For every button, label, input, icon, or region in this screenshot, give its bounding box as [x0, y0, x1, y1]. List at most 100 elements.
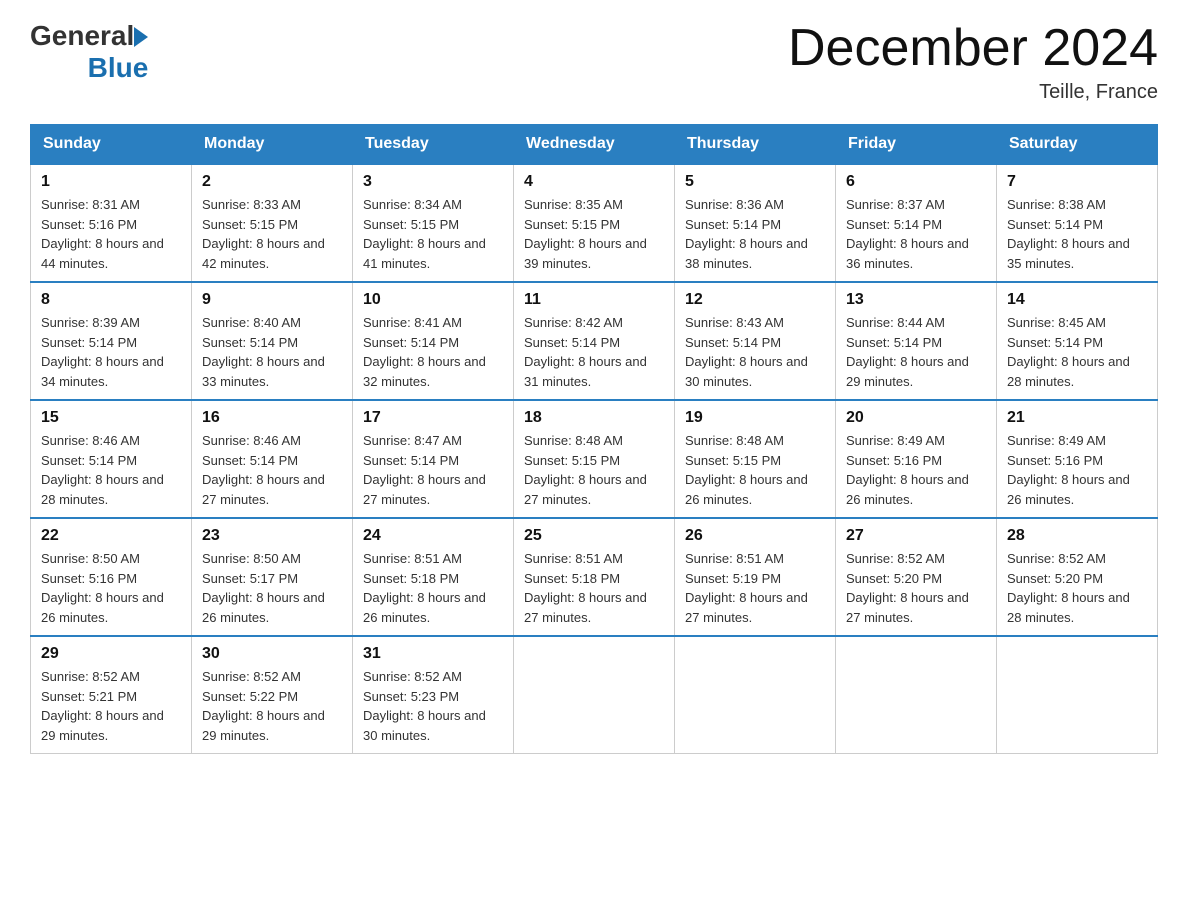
daylight-text: Daylight: 8 hours and 35 minutes.	[1007, 236, 1130, 271]
day-number: 23	[202, 527, 342, 545]
sunrise-text: Sunrise: 8:52 AM	[846, 551, 945, 566]
day-number: 4	[524, 173, 664, 191]
sunset-text: Sunset: 5:15 PM	[363, 217, 459, 232]
day-info: Sunrise: 8:38 AM Sunset: 5:14 PM Dayligh…	[1007, 195, 1147, 273]
calendar-week-row-3: 15 Sunrise: 8:46 AM Sunset: 5:14 PM Dayl…	[31, 400, 1158, 518]
calendar-cell: 16 Sunrise: 8:46 AM Sunset: 5:14 PM Dayl…	[192, 400, 353, 518]
calendar-cell: 31 Sunrise: 8:52 AM Sunset: 5:23 PM Dayl…	[353, 636, 514, 754]
sunrise-text: Sunrise: 8:52 AM	[202, 669, 301, 684]
day-number: 28	[1007, 527, 1147, 545]
logo-blue-text: Blue	[88, 52, 149, 84]
daylight-text: Daylight: 8 hours and 31 minutes.	[524, 354, 647, 389]
day-info: Sunrise: 8:49 AM Sunset: 5:16 PM Dayligh…	[846, 431, 986, 509]
daylight-text: Daylight: 8 hours and 34 minutes.	[41, 354, 164, 389]
day-info: Sunrise: 8:44 AM Sunset: 5:14 PM Dayligh…	[846, 313, 986, 391]
day-number: 21	[1007, 409, 1147, 427]
sunrise-text: Sunrise: 8:35 AM	[524, 197, 623, 212]
calendar-cell: 28 Sunrise: 8:52 AM Sunset: 5:20 PM Dayl…	[997, 518, 1158, 636]
calendar-cell: 5 Sunrise: 8:36 AM Sunset: 5:14 PM Dayli…	[675, 164, 836, 282]
col-sunday: Sunday	[31, 125, 192, 165]
day-number: 29	[41, 645, 181, 663]
daylight-text: Daylight: 8 hours and 39 minutes.	[524, 236, 647, 271]
sunrise-text: Sunrise: 8:40 AM	[202, 315, 301, 330]
sunrise-text: Sunrise: 8:39 AM	[41, 315, 140, 330]
day-number: 5	[685, 173, 825, 191]
sunset-text: Sunset: 5:14 PM	[41, 453, 137, 468]
day-info: Sunrise: 8:52 AM Sunset: 5:23 PM Dayligh…	[363, 667, 503, 745]
calendar-cell: 1 Sunrise: 8:31 AM Sunset: 5:16 PM Dayli…	[31, 164, 192, 282]
calendar-cell: 24 Sunrise: 8:51 AM Sunset: 5:18 PM Dayl…	[353, 518, 514, 636]
daylight-text: Daylight: 8 hours and 41 minutes.	[363, 236, 486, 271]
day-info: Sunrise: 8:50 AM Sunset: 5:16 PM Dayligh…	[41, 549, 181, 627]
day-info: Sunrise: 8:52 AM Sunset: 5:21 PM Dayligh…	[41, 667, 181, 745]
calendar-week-row-5: 29 Sunrise: 8:52 AM Sunset: 5:21 PM Dayl…	[31, 636, 1158, 754]
day-info: Sunrise: 8:31 AM Sunset: 5:16 PM Dayligh…	[41, 195, 181, 273]
sunrise-text: Sunrise: 8:38 AM	[1007, 197, 1106, 212]
daylight-text: Daylight: 8 hours and 42 minutes.	[202, 236, 325, 271]
day-number: 7	[1007, 173, 1147, 191]
sunset-text: Sunset: 5:14 PM	[685, 217, 781, 232]
sunrise-text: Sunrise: 8:43 AM	[685, 315, 784, 330]
sunrise-text: Sunrise: 8:47 AM	[363, 433, 462, 448]
calendar-week-row-1: 1 Sunrise: 8:31 AM Sunset: 5:16 PM Dayli…	[31, 164, 1158, 282]
day-info: Sunrise: 8:47 AM Sunset: 5:14 PM Dayligh…	[363, 431, 503, 509]
calendar-cell: 26 Sunrise: 8:51 AM Sunset: 5:19 PM Dayl…	[675, 518, 836, 636]
day-number: 19	[685, 409, 825, 427]
calendar-cell: 22 Sunrise: 8:50 AM Sunset: 5:16 PM Dayl…	[31, 518, 192, 636]
calendar-cell: 12 Sunrise: 8:43 AM Sunset: 5:14 PM Dayl…	[675, 282, 836, 400]
sunrise-text: Sunrise: 8:45 AM	[1007, 315, 1106, 330]
calendar-cell: 13 Sunrise: 8:44 AM Sunset: 5:14 PM Dayl…	[836, 282, 997, 400]
day-number: 9	[202, 291, 342, 309]
daylight-text: Daylight: 8 hours and 28 minutes.	[41, 472, 164, 507]
month-title: December 2024	[788, 20, 1158, 77]
day-info: Sunrise: 8:33 AM Sunset: 5:15 PM Dayligh…	[202, 195, 342, 273]
sunrise-text: Sunrise: 8:48 AM	[685, 433, 784, 448]
calendar-cell: 19 Sunrise: 8:48 AM Sunset: 5:15 PM Dayl…	[675, 400, 836, 518]
sunset-text: Sunset: 5:22 PM	[202, 689, 298, 704]
sunset-text: Sunset: 5:15 PM	[685, 453, 781, 468]
day-info: Sunrise: 8:39 AM Sunset: 5:14 PM Dayligh…	[41, 313, 181, 391]
sunset-text: Sunset: 5:19 PM	[685, 571, 781, 586]
day-info: Sunrise: 8:52 AM Sunset: 5:20 PM Dayligh…	[846, 549, 986, 627]
sunset-text: Sunset: 5:23 PM	[363, 689, 459, 704]
sunrise-text: Sunrise: 8:51 AM	[524, 551, 623, 566]
day-info: Sunrise: 8:52 AM Sunset: 5:20 PM Dayligh…	[1007, 549, 1147, 627]
daylight-text: Daylight: 8 hours and 36 minutes.	[846, 236, 969, 271]
daylight-text: Daylight: 8 hours and 44 minutes.	[41, 236, 164, 271]
calendar-cell: 30 Sunrise: 8:52 AM Sunset: 5:22 PM Dayl…	[192, 636, 353, 754]
daylight-text: Daylight: 8 hours and 30 minutes.	[685, 354, 808, 389]
day-number: 10	[363, 291, 503, 309]
calendar-week-row-4: 22 Sunrise: 8:50 AM Sunset: 5:16 PM Dayl…	[31, 518, 1158, 636]
sunset-text: Sunset: 5:14 PM	[846, 217, 942, 232]
calendar-table: Sunday Monday Tuesday Wednesday Thursday…	[30, 124, 1158, 754]
sunrise-text: Sunrise: 8:52 AM	[41, 669, 140, 684]
col-monday: Monday	[192, 125, 353, 165]
day-info: Sunrise: 8:34 AM Sunset: 5:15 PM Dayligh…	[363, 195, 503, 273]
daylight-text: Daylight: 8 hours and 38 minutes.	[685, 236, 808, 271]
day-info: Sunrise: 8:48 AM Sunset: 5:15 PM Dayligh…	[524, 431, 664, 509]
sunset-text: Sunset: 5:16 PM	[846, 453, 942, 468]
sunrise-text: Sunrise: 8:36 AM	[685, 197, 784, 212]
calendar-cell: 20 Sunrise: 8:49 AM Sunset: 5:16 PM Dayl…	[836, 400, 997, 518]
calendar-cell	[514, 636, 675, 754]
logo: General Blue	[30, 20, 148, 84]
daylight-text: Daylight: 8 hours and 26 minutes.	[41, 590, 164, 625]
sunset-text: Sunset: 5:14 PM	[1007, 217, 1103, 232]
sunset-text: Sunset: 5:18 PM	[524, 571, 620, 586]
day-number: 30	[202, 645, 342, 663]
calendar-cell: 9 Sunrise: 8:40 AM Sunset: 5:14 PM Dayli…	[192, 282, 353, 400]
sunset-text: Sunset: 5:15 PM	[524, 217, 620, 232]
calendar-cell: 29 Sunrise: 8:52 AM Sunset: 5:21 PM Dayl…	[31, 636, 192, 754]
day-info: Sunrise: 8:37 AM Sunset: 5:14 PM Dayligh…	[846, 195, 986, 273]
daylight-text: Daylight: 8 hours and 26 minutes.	[363, 590, 486, 625]
sunrise-text: Sunrise: 8:51 AM	[685, 551, 784, 566]
col-friday: Friday	[836, 125, 997, 165]
sunrise-text: Sunrise: 8:50 AM	[202, 551, 301, 566]
calendar-cell: 8 Sunrise: 8:39 AM Sunset: 5:14 PM Dayli…	[31, 282, 192, 400]
sunset-text: Sunset: 5:20 PM	[846, 571, 942, 586]
day-info: Sunrise: 8:46 AM Sunset: 5:14 PM Dayligh…	[41, 431, 181, 509]
calendar-cell: 3 Sunrise: 8:34 AM Sunset: 5:15 PM Dayli…	[353, 164, 514, 282]
sunset-text: Sunset: 5:16 PM	[1007, 453, 1103, 468]
calendar-cell	[675, 636, 836, 754]
calendar-cell: 14 Sunrise: 8:45 AM Sunset: 5:14 PM Dayl…	[997, 282, 1158, 400]
